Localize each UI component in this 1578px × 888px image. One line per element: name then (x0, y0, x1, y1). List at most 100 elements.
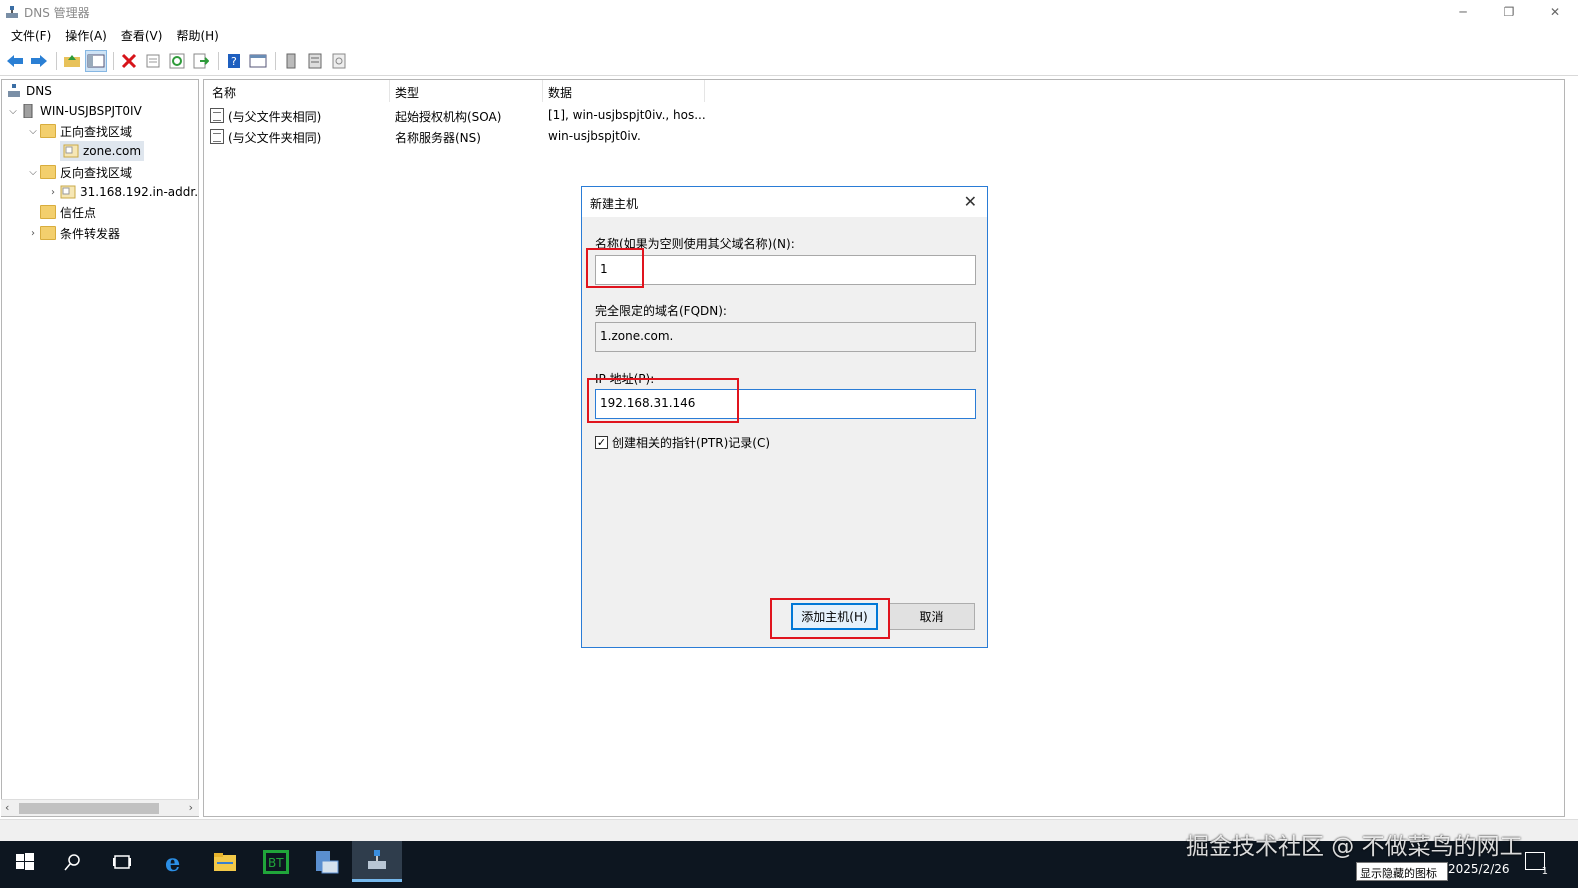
chevron-right-icon[interactable]: › (46, 187, 60, 198)
tree-item-zone-com[interactable]: zone.com (60, 141, 145, 161)
file-explorer-icon[interactable] (200, 841, 250, 882)
column-divider[interactable] (389, 80, 390, 102)
task-view-icon[interactable] (97, 841, 147, 882)
menu-view[interactable]: 查看(V) (114, 27, 170, 44)
taskbar-date[interactable]: 2025/2/26 (1448, 862, 1510, 876)
chevron-down-icon[interactable]: ⌵ (6, 106, 20, 117)
server-icon (23, 104, 33, 118)
mmc-view-icon[interactable] (247, 50, 269, 72)
scrollbar-thumb[interactable] (19, 803, 159, 814)
help-icon[interactable]: ? (223, 50, 245, 72)
zone-icon (60, 185, 76, 199)
record-name: (与父文件夹相同) (228, 131, 322, 145)
action-center-icon[interactable]: 1 (1525, 852, 1548, 877)
update-icon[interactable] (328, 50, 350, 72)
tree-label-conditional-forwarders: 条件转发器 (60, 226, 121, 241)
menu-file[interactable]: 文件(F) (4, 27, 58, 44)
toolbar: ? (0, 46, 1578, 76)
folder-icon (40, 124, 56, 138)
toolbar-separator (56, 51, 57, 70)
close-button[interactable]: ✕ (1532, 0, 1578, 24)
folder-icon (40, 165, 56, 179)
tree-label-reverse-zone: 31.168.192.in-addr. (80, 185, 199, 199)
delete-icon[interactable] (118, 50, 140, 72)
properties-icon[interactable] (142, 50, 164, 72)
column-header-type[interactable]: 类型 (395, 84, 419, 101)
toolbar-separator (218, 51, 219, 70)
tree-item-conditional-forwarders[interactable]: › 条件转发器 (26, 223, 120, 243)
tree-horizontal-scrollbar[interactable]: ‹ › (1, 799, 199, 816)
column-divider[interactable] (704, 80, 705, 102)
menu-action[interactable]: 操作(A) (58, 27, 114, 44)
tree-item-server[interactable]: ⌵ WIN-USJBSPJT0IV (6, 101, 142, 121)
dialog-title: 新建主机 (590, 197, 639, 211)
tree-item-dns[interactable]: DNS (6, 81, 52, 101)
highlight-name-field (586, 248, 644, 288)
back-arrow-icon[interactable] (4, 50, 26, 72)
column-header-data[interactable]: 数据 (548, 84, 572, 101)
record-type: 起始授权机构(SOA) (395, 110, 502, 124)
tree-label-forward-zones: 正向查找区域 (60, 124, 133, 139)
tray-tooltip: 显示隐藏的图标 (1356, 862, 1448, 881)
export-list-icon[interactable] (190, 50, 212, 72)
forward-arrow-icon[interactable] (28, 50, 50, 72)
tree-label-zone-com: zone.com (83, 144, 142, 158)
list-icon[interactable] (304, 50, 326, 72)
svg-text:?: ? (231, 55, 237, 68)
dns-root-icon (8, 84, 20, 97)
restore-button[interactable]: ❐ (1486, 0, 1532, 24)
folder-icon (40, 226, 56, 240)
record-data: win-usjbspjt0iv. (548, 129, 641, 143)
tree-label-trust-points: 信任点 (60, 205, 97, 220)
window-title: DNS 管理器 (24, 5, 90, 20)
fqdn-field: 1.zone.com. (595, 322, 976, 352)
folder-icon (40, 205, 56, 219)
tree-item-reverse-zone[interactable]: › 31.168.192.in-addr. (46, 182, 198, 202)
bt-panel-icon[interactable]: BT (251, 841, 301, 882)
host-name-field[interactable]: 1 (595, 255, 976, 285)
table-row[interactable]: (与父文件夹相同) 名称服务器(NS) win-usjbspjt0iv. (204, 127, 1564, 147)
server-icon[interactable] (280, 50, 302, 72)
list-header: 名称 类型 数据 (204, 80, 1564, 102)
scroll-left-arrow-icon[interactable]: ‹ (5, 801, 9, 814)
refresh-icon[interactable] (166, 50, 188, 72)
record-data: [1], win-usjbspjt0iv., hos... (548, 108, 706, 122)
internet-explorer-icon[interactable]: e (150, 841, 200, 882)
console-tree: DNS ⌵ WIN-USJBSPJT0IV ⌵ 正向查找区域 zone.com … (1, 79, 199, 817)
svg-text:BT: BT (268, 856, 284, 870)
chevron-right-icon[interactable]: › (26, 228, 40, 239)
menu-help[interactable]: 帮助(H) (169, 27, 225, 44)
column-header-name[interactable]: 名称 (212, 84, 236, 101)
table-row[interactable]: (与父文件夹相同) 起始授权机构(SOA) [1], win-usjbspjt0… (204, 106, 1564, 126)
search-icon[interactable] (48, 841, 98, 882)
show-hide-tree-icon[interactable] (85, 49, 107, 72)
cancel-button[interactable]: 取消 (888, 603, 975, 630)
tree-item-reverse-zones[interactable]: ⌵ 反向查找区域 (26, 162, 132, 182)
svg-text:e: e (165, 850, 180, 874)
highlight-ip-field (587, 378, 739, 423)
record-icon (210, 129, 224, 144)
dialog-title-bar: 新建主机 ✕ (582, 187, 987, 217)
up-folder-icon[interactable] (61, 50, 83, 72)
dns-manager-taskbar-icon[interactable] (352, 841, 402, 882)
highlight-add-host-button (770, 598, 890, 639)
toolbar-separator (113, 51, 114, 70)
dialog-close-icon[interactable]: ✕ (964, 192, 977, 211)
notification-count: 1 (1541, 866, 1548, 877)
fqdn-label: 完全限定的域名(FQDN): (595, 304, 727, 318)
server-manager-icon[interactable] (302, 841, 352, 882)
chevron-down-icon[interactable]: ⌵ (26, 167, 40, 178)
watermark-text: 掘金技术社区 @ 不做菜鸟的网工 (1186, 834, 1523, 860)
create-ptr-checkbox[interactable]: ✓ 创建相关的指针(PTR)记录(C) (595, 434, 770, 451)
scroll-right-arrow-icon[interactable]: › (189, 801, 193, 814)
column-divider[interactable] (542, 80, 543, 102)
menu-bar: 文件(F) 操作(A) 查看(V) 帮助(H) (0, 24, 1578, 46)
minimize-button[interactable]: ─ (1440, 0, 1486, 24)
checkbox-checked-icon[interactable]: ✓ (595, 436, 608, 449)
tree-item-forward-zones[interactable]: ⌵ 正向查找区域 (26, 121, 132, 141)
start-windows-icon[interactable] (0, 841, 50, 882)
record-icon (210, 108, 224, 123)
chevron-down-icon[interactable]: ⌵ (26, 126, 40, 137)
dns-manager-icon (6, 6, 18, 18)
tree-item-trust-points[interactable]: 信任点 (26, 202, 96, 222)
